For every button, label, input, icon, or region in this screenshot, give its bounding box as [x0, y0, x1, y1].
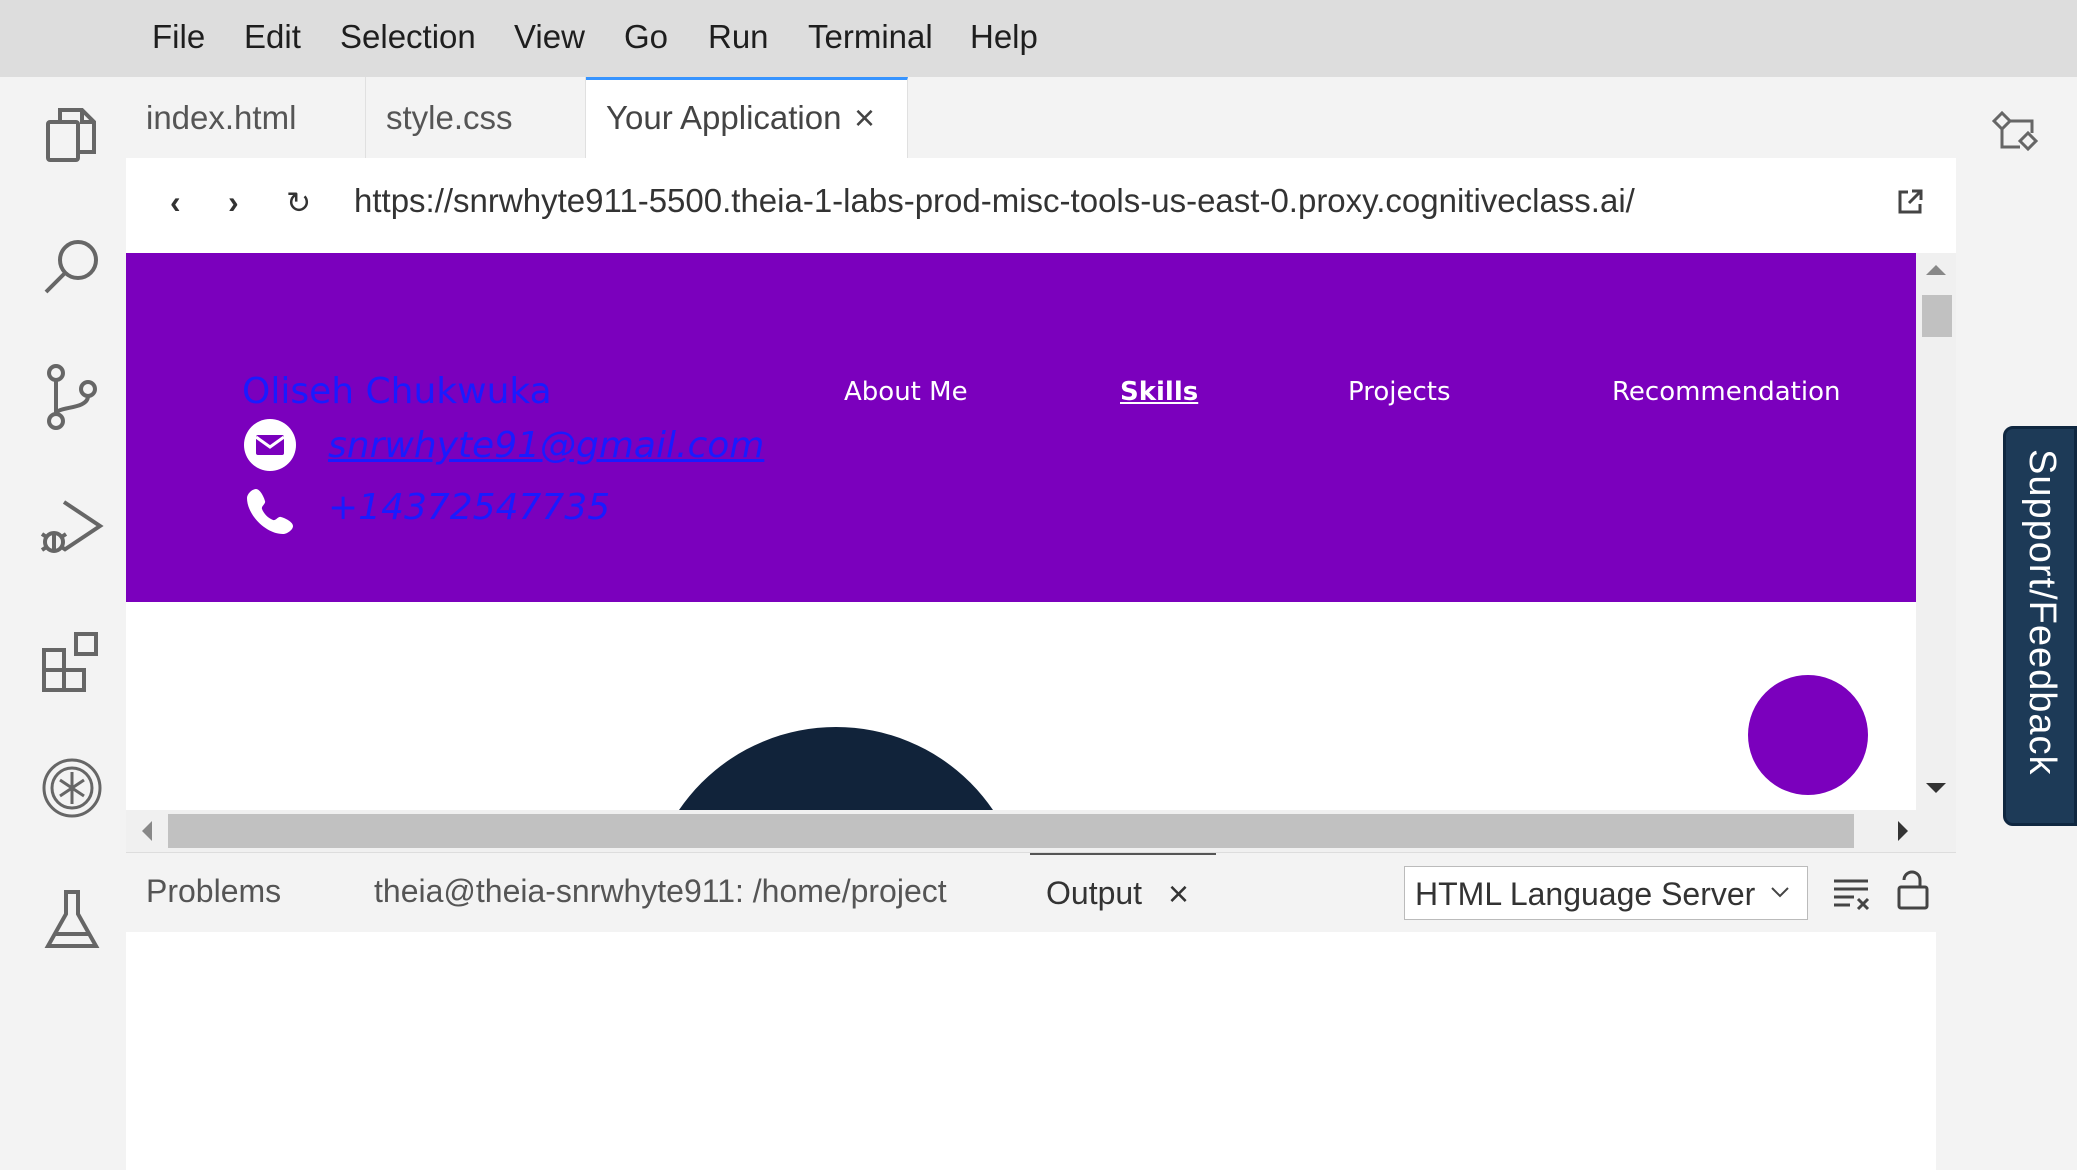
clear-output-icon[interactable]	[1832, 875, 1872, 911]
scroll-top-button[interactable]	[1748, 675, 1868, 795]
chevron-down-icon	[1769, 881, 1791, 903]
back-icon[interactable]: ‹	[170, 184, 181, 221]
lock-icon[interactable]	[1896, 869, 1930, 911]
menu-file[interactable]: File	[152, 14, 205, 60]
scroll-left-icon[interactable]	[142, 821, 152, 841]
menu-edit[interactable]: Edit	[244, 14, 301, 60]
editor-tabs: index.html style.css Your Application ×	[126, 77, 1956, 158]
horizontal-scroll-thumb[interactable]	[168, 814, 1854, 848]
menu-bar: File Edit Selection View Go Run Terminal…	[0, 0, 2077, 77]
search-icon[interactable]	[34, 230, 110, 306]
forward-icon[interactable]: ›	[228, 184, 239, 221]
scroll-down-icon[interactable]	[1926, 783, 1946, 793]
extensions-icon[interactable]	[34, 620, 110, 696]
site-owner-name: Oliseh Chukwuka	[242, 371, 552, 412]
panel-tabs: Problems theia@theia-snrwhyte911: /home/…	[126, 852, 1956, 933]
tab-index-html[interactable]: index.html	[126, 77, 366, 158]
output-channel-label: HTML Language Server	[1415, 876, 1756, 912]
close-icon[interactable]: ×	[1168, 873, 1189, 915]
nav-projects[interactable]: Projects	[1348, 377, 1451, 407]
email-icon	[244, 419, 296, 471]
vertical-scrollbar[interactable]	[1916, 253, 1956, 810]
activity-bar	[6, 77, 126, 1170]
phone-link[interactable]: +14372547735	[328, 487, 610, 528]
menu-terminal[interactable]: Terminal	[808, 14, 933, 60]
phone-icon	[246, 483, 298, 535]
tab-output[interactable]: Output ×	[1030, 853, 1216, 935]
run-debug-icon[interactable]	[34, 490, 110, 566]
menu-view[interactable]: View	[514, 14, 585, 60]
output-channel-select[interactable]: HTML Language Server	[1404, 866, 1808, 920]
site-header: Oliseh Chukwuka snrwhyte91@gmail.com +14…	[126, 253, 1916, 602]
scroll-up-icon[interactable]	[1926, 265, 1946, 275]
profile-image	[646, 727, 1026, 810]
tab-terminal[interactable]: theia@theia-snrwhyte911: /home/project	[374, 873, 947, 910]
flask-icon[interactable]	[34, 882, 110, 958]
menu-go[interactable]: Go	[624, 14, 668, 60]
skills-network-icon[interactable]	[34, 750, 110, 826]
tab-label: Output	[1046, 875, 1143, 911]
support-label: Support/Feedback	[2021, 449, 2063, 776]
email-link[interactable]: snrwhyte91@gmail.com	[328, 425, 764, 466]
preview-frame: Oliseh Chukwuka snrwhyte91@gmail.com +14…	[126, 253, 1916, 810]
nav-recommendation[interactable]: Recommendation	[1612, 377, 1840, 407]
horizontal-scrollbar[interactable]	[126, 810, 1956, 852]
vertical-scroll-thumb[interactable]	[1922, 295, 1952, 337]
menu-selection[interactable]: Selection	[340, 14, 476, 60]
reload-icon[interactable]: ↻	[286, 186, 311, 221]
explorer-icon[interactable]	[34, 100, 110, 176]
tab-style-css[interactable]: style.css	[366, 77, 586, 158]
output-area[interactable]	[126, 932, 1936, 1170]
tab-label: Your Application	[606, 99, 842, 136]
tab-label: index.html	[146, 99, 297, 136]
tab-your-application[interactable]: Your Application ×	[586, 77, 908, 158]
nav-skills[interactable]: Skills	[1120, 377, 1198, 407]
menu-help[interactable]: Help	[970, 14, 1038, 60]
source-control-icon[interactable]	[34, 359, 110, 435]
tab-label: style.css	[386, 99, 513, 136]
menu-run[interactable]: Run	[708, 14, 769, 60]
tab-problems[interactable]: Problems	[146, 873, 281, 910]
close-icon[interactable]: ×	[854, 80, 875, 155]
url-field[interactable]: https://snrwhyte911-5500.theia-1-labs-pr…	[354, 182, 1635, 220]
outline-icon[interactable]	[1988, 107, 2044, 163]
open-external-icon[interactable]	[1896, 188, 1924, 216]
support-feedback-button[interactable]: Support/Feedback	[2003, 426, 2077, 826]
nav-about-me[interactable]: About Me	[844, 377, 968, 407]
browser-toolbar: ‹ › ↻ https://snrwhyte911-5500.theia-1-l…	[126, 158, 1956, 253]
scroll-right-icon[interactable]	[1898, 821, 1908, 841]
